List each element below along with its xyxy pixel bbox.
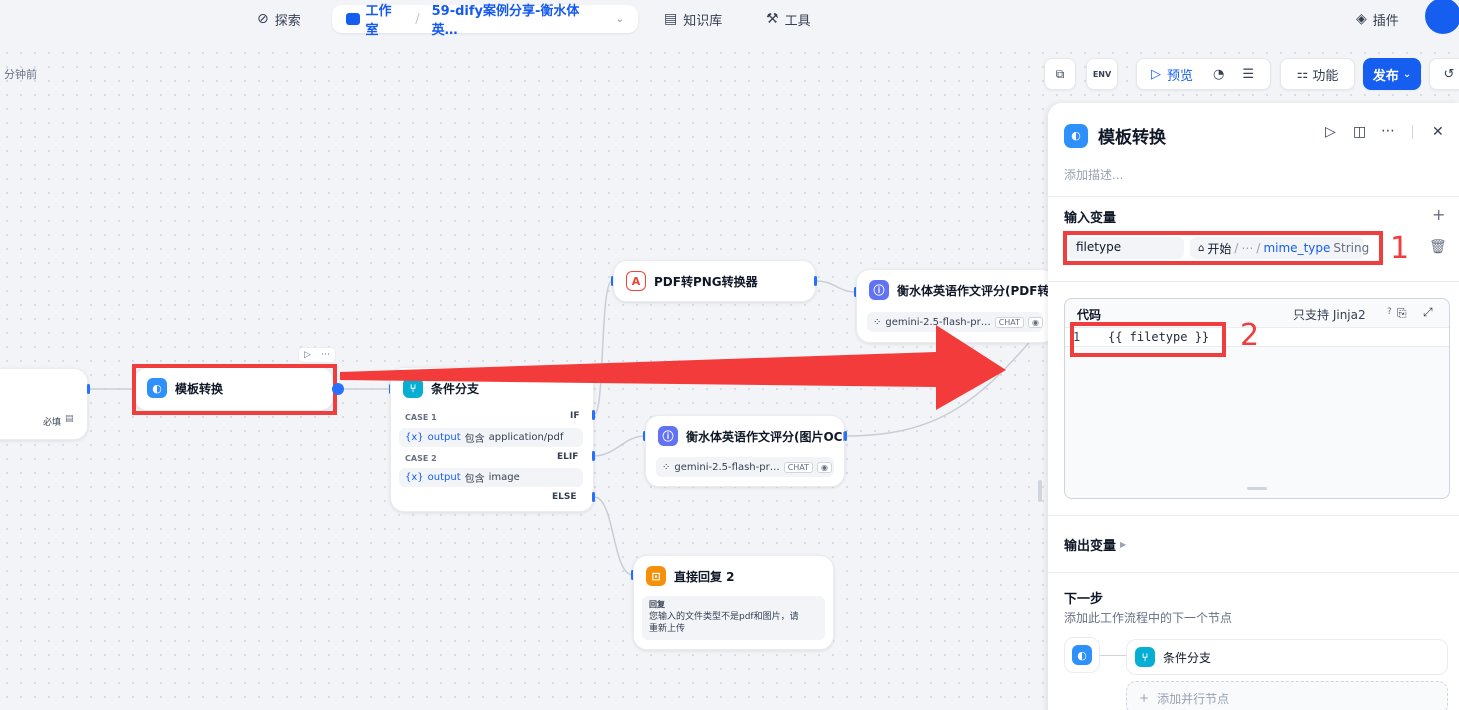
- divider: [1048, 572, 1459, 573]
- panel-title[interactable]: 模板转换: [1098, 123, 1166, 148]
- divider: [1048, 515, 1459, 516]
- code-title: 代码: [1077, 308, 1102, 322]
- highlight-box-input-variable: [1063, 231, 1383, 265]
- expand-icon[interactable]: ⤢: [1423, 305, 1433, 320]
- help-book-icon[interactable]: ◫: [1353, 124, 1366, 140]
- output-vars-title: 输出变量: [1064, 539, 1117, 554]
- template-panel-icon: ◐: [1064, 123, 1088, 148]
- annotation-marker-2: 2: [1240, 318, 1260, 353]
- connector-line: [1100, 655, 1126, 656]
- more-icon[interactable]: ⋯: [1381, 123, 1395, 139]
- divider: [1048, 281, 1459, 282]
- panel-resize-handle[interactable]: [1038, 480, 1042, 502]
- add-parallel-label: 添加并行节点: [1157, 691, 1230, 706]
- node-config-panel: ◐ 模板转换 ▷ ◫ ⋯ ✕ 添加描述... 输入变量 + filetype ⌂…: [1048, 103, 1459, 710]
- jinja-hint: 只支持 Jinja2: [1293, 308, 1366, 322]
- next-step-title: 下一步: [1064, 592, 1104, 607]
- next-node-name: 条件分支: [1163, 650, 1212, 665]
- annotation-marker-1: 1: [1390, 231, 1410, 266]
- plus-icon: +: [1139, 691, 1150, 705]
- highlight-box-code: [1070, 322, 1226, 357]
- resize-handle[interactable]: [1247, 487, 1267, 490]
- add-parallel-node-button[interactable]: + 添加并行节点: [1126, 681, 1448, 710]
- run-node-icon[interactable]: ▷: [1325, 124, 1336, 140]
- output-vars-toggle[interactable]: 输出变量 ▶: [1064, 535, 1126, 554]
- branch-icon: ⑂: [1135, 647, 1155, 667]
- add-variable-icon[interactable]: +: [1432, 205, 1445, 224]
- caret-right-icon: ▶: [1120, 540, 1127, 549]
- input-vars-title: 输入变量: [1064, 211, 1117, 226]
- next-node-item[interactable]: ⑂ 条件分支: [1126, 639, 1448, 675]
- next-step-description: 添加此工作流程中的下一个节点: [1064, 611, 1233, 625]
- current-node-badge: ◐: [1064, 637, 1100, 673]
- copy-icon[interactable]: ⎘: [1397, 306, 1407, 321]
- header-divider: [1412, 125, 1413, 139]
- description-input[interactable]: 添加描述...: [1064, 166, 1123, 183]
- template-node-icon: ◐: [1072, 645, 1092, 665]
- trash-icon[interactable]: 🗑: [1429, 239, 1447, 255]
- info-icon: ?: [1387, 307, 1392, 317]
- divider: [1048, 196, 1459, 197]
- close-icon[interactable]: ✕: [1432, 124, 1444, 140]
